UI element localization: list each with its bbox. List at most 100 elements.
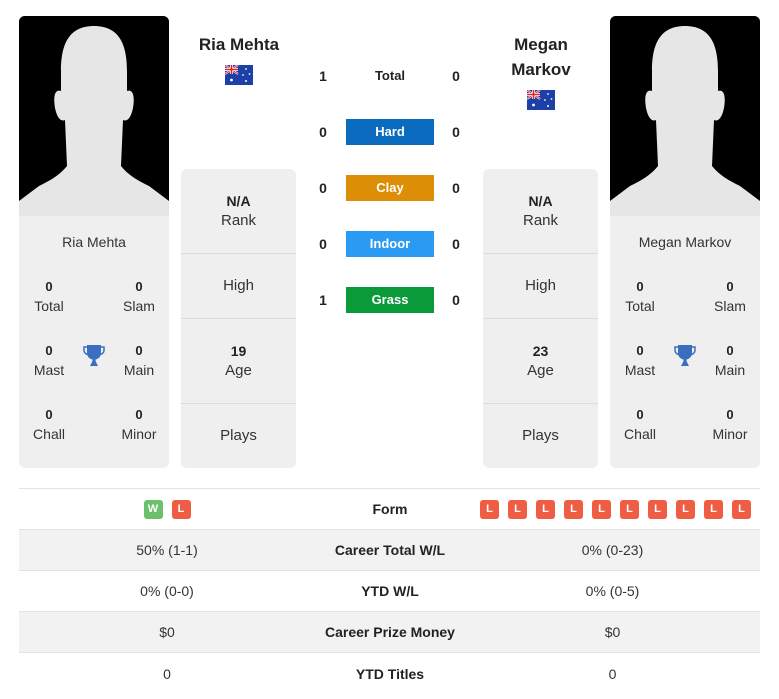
titles-chall-label: Chall — [33, 426, 65, 442]
player-info-right: N/A Rank High 23 Age Plays — [483, 169, 598, 468]
titles-main: 0 Main — [109, 342, 169, 380]
prize-money-label: Career Prize Money — [325, 624, 455, 640]
table-row: 0 YTD Titles 0 — [19, 653, 760, 694]
form-loss-badge[interactable]: L — [171, 499, 191, 519]
titles-slam-value: 0 — [135, 279, 143, 294]
titles-main-value: 0 — [135, 343, 143, 358]
player-card-name[interactable]: Ria Mehta — [19, 234, 169, 254]
age-value: 23 — [532, 343, 549, 359]
form-loss-badge[interactable]: L — [620, 499, 639, 519]
player-info-left: N/A Rank High 19 Age Plays — [181, 169, 296, 468]
player-photo-left[interactable] — [19, 16, 169, 216]
titles-main-label: Main — [123, 362, 155, 378]
titles-slam-label: Slam — [123, 298, 155, 314]
h2h-right-score: 0 — [452, 68, 460, 84]
titles-minor-value: 0 — [135, 407, 143, 422]
titles-total: 0 Total — [19, 278, 79, 316]
h2h-row-grass: 1 Grass 0 — [305, 286, 475, 314]
titles-mast: 0 Mast — [19, 342, 79, 380]
titles-mast-value: 0 — [636, 343, 644, 358]
australia-flag-icon — [225, 65, 253, 85]
player-photo-right[interactable] — [610, 16, 760, 216]
age-label: Age — [527, 362, 554, 379]
titles-minor-value: 0 — [726, 407, 734, 422]
player-name-right-line2[interactable]: Markov — [482, 57, 600, 82]
h2h-row-hard: 0 Hard 0 — [305, 118, 475, 146]
player-name-right-line1[interactable]: Megan — [482, 32, 600, 57]
h2h-row-indoor: 0 Indoor 0 — [305, 230, 475, 258]
form-loss-badge[interactable]: L — [648, 499, 667, 519]
player-header-right: Megan Markov — [482, 32, 600, 113]
form-loss-badge[interactable]: L — [564, 499, 583, 519]
info-plays: Plays — [483, 404, 598, 468]
form-loss-badge[interactable]: L — [704, 499, 723, 519]
info-plays: Plays — [181, 404, 296, 468]
form-win-badge[interactable]: W — [143, 499, 163, 519]
prize-money-right: $0 — [604, 624, 621, 640]
titles-main: 0 Main — [700, 342, 760, 380]
titles-main-value: 0 — [726, 343, 734, 358]
titles-slam-label: Slam — [714, 298, 746, 314]
form-loss-badge[interactable]: L — [592, 499, 611, 519]
player-card-left: Ria Mehta 0 Total 0 Slam 0 Mast 0 Main 0… — [19, 16, 169, 468]
form-right-cell: LLLLLLLLLL — [465, 499, 760, 519]
titles-chall-value: 0 — [636, 407, 644, 422]
h2h-right-score: 0 — [452, 124, 460, 140]
form-left-cell: WL — [19, 499, 315, 519]
table-row: 0% (0-0) YTD W/L 0% (0-5) — [19, 571, 760, 612]
titles-total-label: Total — [625, 298, 655, 314]
australia-flag-icon — [527, 90, 555, 110]
titles-minor-label: Minor — [712, 426, 748, 442]
surface-clay-badge[interactable]: Clay — [346, 175, 434, 201]
info-age: 23 Age — [483, 319, 598, 404]
titles-mast: 0 Mast — [610, 342, 670, 380]
titles-mast-value: 0 — [45, 343, 53, 358]
titles-total: 0 Total — [610, 278, 670, 316]
ytd-wl-left: 0% (0-0) — [140, 583, 194, 599]
age-label: Age — [225, 362, 252, 379]
titles-total-label: Total — [34, 298, 64, 314]
info-age: 19 Age — [181, 319, 296, 404]
surface-grass-badge[interactable]: Grass — [346, 287, 434, 313]
titles-slam: 0 Slam — [700, 278, 760, 316]
h2h-left-score: 0 — [319, 180, 327, 196]
silhouette-icon — [610, 16, 760, 216]
career-wl-label: Career Total W/L — [334, 542, 446, 558]
form-loss-badge[interactable]: L — [536, 499, 555, 519]
h2h-right-score: 0 — [452, 180, 460, 196]
info-rank: N/A Rank — [181, 169, 296, 254]
info-rank: N/A Rank — [483, 169, 598, 254]
prize-money-left: $0 — [159, 624, 175, 640]
plays-label: Plays — [522, 427, 559, 444]
trophy-icon — [83, 345, 105, 366]
ytd-wl-right: 0% (0-5) — [585, 583, 640, 599]
form-loss-badge[interactable]: L — [676, 499, 695, 519]
form-loss-badge[interactable]: L — [508, 499, 527, 519]
titles-minor: 0 Minor — [109, 406, 169, 444]
titles-mast-label: Mast — [624, 362, 656, 378]
form-loss-badge[interactable]: L — [732, 499, 751, 519]
titles-chall-value: 0 — [45, 407, 53, 422]
plays-label: Plays — [220, 427, 257, 444]
titles-chall: 0 Chall — [610, 406, 670, 444]
table-row: 50% (1-1) Career Total W/L 0% (0-23) — [19, 530, 760, 571]
ytd-titles-right: 0 — [608, 665, 617, 682]
stats-table: WL Form LLLLLLLLLL 50% (1-1) Career Tota… — [19, 488, 760, 694]
h2h-left-score: 0 — [319, 124, 327, 140]
player-card-right: Megan Markov 0 Total 0 Slam 0 Mast 0 Mai… — [610, 16, 760, 468]
player-name-left[interactable]: Ria Mehta — [180, 32, 298, 57]
h2h-row-total: 1 Total 0 — [305, 62, 475, 90]
surface-hard-badge[interactable]: Hard — [346, 119, 434, 145]
info-high: High — [181, 254, 296, 319]
h2h-left-score: 1 — [319, 292, 327, 308]
titles-total-value: 0 — [45, 279, 53, 294]
ytd-wl-label: YTD W/L — [361, 583, 419, 599]
player-card-name[interactable]: Megan Markov — [610, 234, 760, 254]
silhouette-icon — [19, 16, 169, 216]
titles-chall-label: Chall — [624, 426, 656, 442]
surface-indoor-badge[interactable]: Indoor — [346, 231, 434, 257]
titles-slam: 0 Slam — [109, 278, 169, 316]
form-loss-badge[interactable]: L — [480, 499, 499, 519]
age-value: 19 — [230, 343, 247, 359]
trophy-icon — [674, 345, 696, 366]
